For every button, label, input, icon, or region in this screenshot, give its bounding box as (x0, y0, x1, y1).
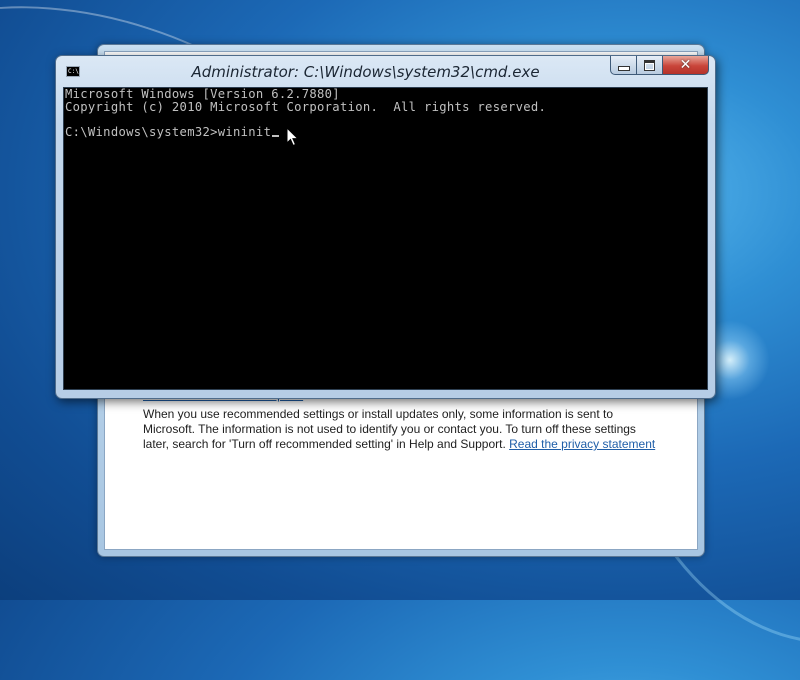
close-button[interactable]: ✕ (663, 56, 709, 75)
minimize-icon (617, 65, 630, 71)
text-cursor (272, 135, 280, 137)
privacy-info-text: When you use recommended settings or ins… (143, 407, 663, 452)
cmd-window-title: Administrator: C:\Windows\system32\cmd.e… (191, 63, 540, 81)
console-prompt-line[interactable]: C:\Windows\system32>wininit (65, 125, 280, 139)
console-typed-command[interactable]: wininit (218, 125, 271, 139)
maximize-button[interactable] (637, 56, 663, 75)
cmd-titlebar[interactable]: C:\ Administrator: C:\Windows\system32\c… (56, 56, 715, 86)
minimize-button[interactable] (610, 56, 637, 75)
cmd-window: C:\ Administrator: C:\Windows\system32\c… (55, 55, 716, 399)
privacy-statement-link[interactable]: Read the privacy statement (509, 437, 655, 451)
maximize-icon (644, 59, 655, 71)
close-icon: ✕ (679, 57, 692, 73)
console-output[interactable]: Microsoft Windows [Version 6.2.7880] Cop… (63, 87, 708, 390)
console-prompt: C:\Windows\system32> (65, 125, 218, 139)
console-copyright-line: Copyright (c) 2010 Microsoft Corporation… (65, 100, 547, 114)
arrow-cursor-icon (286, 127, 300, 147)
caption-buttons: ✕ (610, 56, 709, 76)
console-version-line: Microsoft Windows [Version 6.2.7880] (65, 87, 340, 101)
